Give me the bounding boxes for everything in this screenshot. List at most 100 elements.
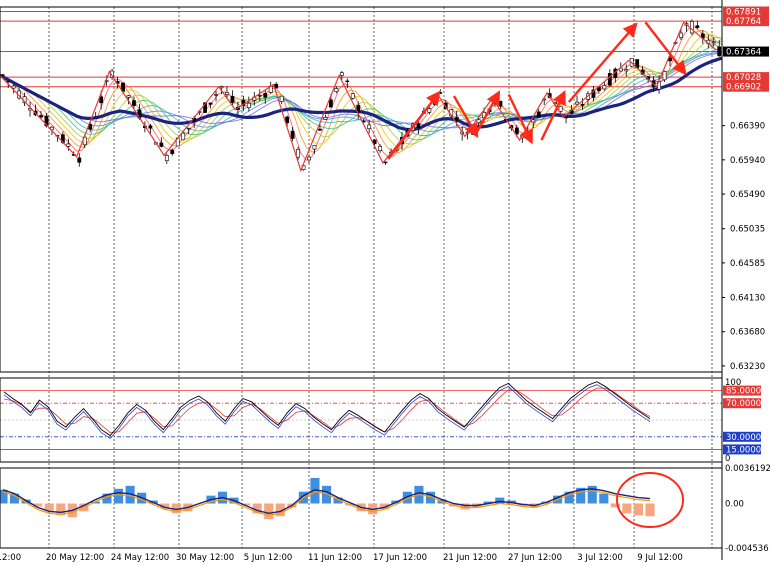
candle-body [312, 145, 317, 150]
level-label: 0.66902 [726, 83, 761, 93]
macd-tick-label: 0.0036192 [725, 464, 770, 474]
price-panel [0, 10, 723, 173]
candle-body [350, 93, 355, 99]
osc-tick-label: 0 [725, 454, 730, 464]
macd-tick-label: -0.004536 [725, 544, 769, 554]
x-tick-label: 5 Jun 12:00 [244, 553, 293, 563]
candle-body [454, 117, 459, 121]
ma-ribbon-line [0, 26, 723, 161]
candle-body [307, 156, 311, 161]
oscillator-panel [0, 381, 722, 450]
candle-body [170, 149, 175, 155]
candle-body [230, 96, 235, 103]
macd-histogram-bar [633, 503, 644, 516]
candle-body [225, 92, 229, 95]
osc-level-label: 85.0000 [726, 387, 761, 397]
candle-body [132, 100, 136, 106]
candle-body [476, 119, 481, 123]
candle-body [498, 100, 503, 107]
macd-tick-label: 0.00 [725, 500, 744, 510]
candle-body [0, 74, 5, 76]
x-tick-label: 20 May 12:00 [46, 553, 104, 563]
candle-body [181, 132, 186, 141]
macd-histogram-bar [264, 503, 274, 520]
candle-body [148, 125, 153, 129]
candle-body [186, 127, 191, 130]
candle-body [662, 71, 667, 81]
candle-body [296, 148, 300, 158]
osc-d-line [3, 384, 651, 440]
candle-body [328, 99, 333, 108]
candle-body [6, 80, 11, 83]
macd-panel [0, 477, 655, 520]
macd-histogram-bar [645, 503, 655, 517]
x-tick-label: 24 May 12:00 [111, 553, 169, 563]
price-tick-label: 0.63680 [730, 328, 765, 338]
x-tick-label: 3 Jul 12:00 [577, 553, 623, 563]
candle-body [11, 85, 16, 89]
ma-ribbon-line [0, 37, 723, 145]
candle-body [257, 94, 262, 97]
candle-body [263, 93, 268, 98]
candle-body [99, 96, 104, 104]
candle-body [679, 32, 683, 38]
x-tick-label: y 12:00 [0, 553, 21, 563]
osc-k-line [3, 381, 651, 437]
x-tick-label: 9 Jul 12:00 [637, 553, 683, 563]
candle-body [624, 69, 629, 72]
candle-body [219, 86, 224, 89]
osc-signal-line [3, 387, 651, 434]
current-price-label: 0.67364 [726, 48, 761, 58]
forex-chart: y 12:00 20 May 12:00 24 May 12:00 30 May 12… [0, 0, 770, 563]
candle-body [323, 117, 328, 120]
trend-arrow [474, 90, 501, 135]
candle-body [416, 123, 421, 128]
x-tick-label: 17 Jun 12:00 [373, 553, 427, 563]
macd-histogram-bar [599, 493, 609, 504]
candle-body [711, 41, 716, 43]
candle-body [695, 25, 700, 28]
candle-body [514, 127, 519, 135]
candle-body [427, 108, 432, 113]
candle-body [246, 102, 251, 108]
price-tick-label: 0.63230 [730, 362, 765, 372]
candle-body [214, 94, 218, 96]
osc-level-label: 70.0000 [726, 399, 761, 409]
candle-body [208, 102, 213, 105]
osc-level-label: 30.0000 [726, 433, 761, 443]
x-tick-label: 27 Jun 12:00 [508, 553, 562, 563]
price-tick-label: 0.64585 [730, 259, 765, 269]
panel-frame [0, 6, 723, 373]
x-tick-label: 11 Jun 12:00 [308, 553, 362, 563]
candle-body [602, 85, 607, 90]
candle-body [339, 72, 344, 76]
level-label: 0.67764 [726, 17, 761, 27]
candle-body [383, 161, 388, 164]
candle-body [279, 95, 284, 102]
price-tick-label: 0.64130 [730, 293, 765, 303]
candle-body [564, 116, 568, 119]
candle-body [126, 95, 131, 98]
x-tick-label: 30 May 12:00 [176, 553, 234, 563]
grid [48, 7, 713, 548]
ma-ribbon-line [0, 46, 723, 136]
candle-body [290, 130, 295, 139]
osc-tick-label: 100 [725, 378, 741, 388]
macd-histogram-bar [622, 503, 632, 514]
candle-body [164, 155, 169, 162]
candle-body [285, 116, 290, 124]
candle-body [93, 116, 98, 119]
price-tick-label: 0.65940 [730, 156, 765, 166]
level-label: 0.67028 [726, 73, 761, 83]
candle-body [334, 88, 339, 93]
price-tick-label: 0.66390 [730, 122, 765, 132]
candle-body [531, 119, 536, 123]
candle-body [345, 80, 350, 83]
candle-body [159, 142, 164, 147]
candle-body [536, 111, 541, 117]
level-label: 0.67891 [726, 7, 761, 17]
trend-arrow [644, 21, 687, 76]
candle-body [77, 157, 82, 163]
candle-body [367, 124, 372, 129]
candle-body [378, 146, 383, 151]
